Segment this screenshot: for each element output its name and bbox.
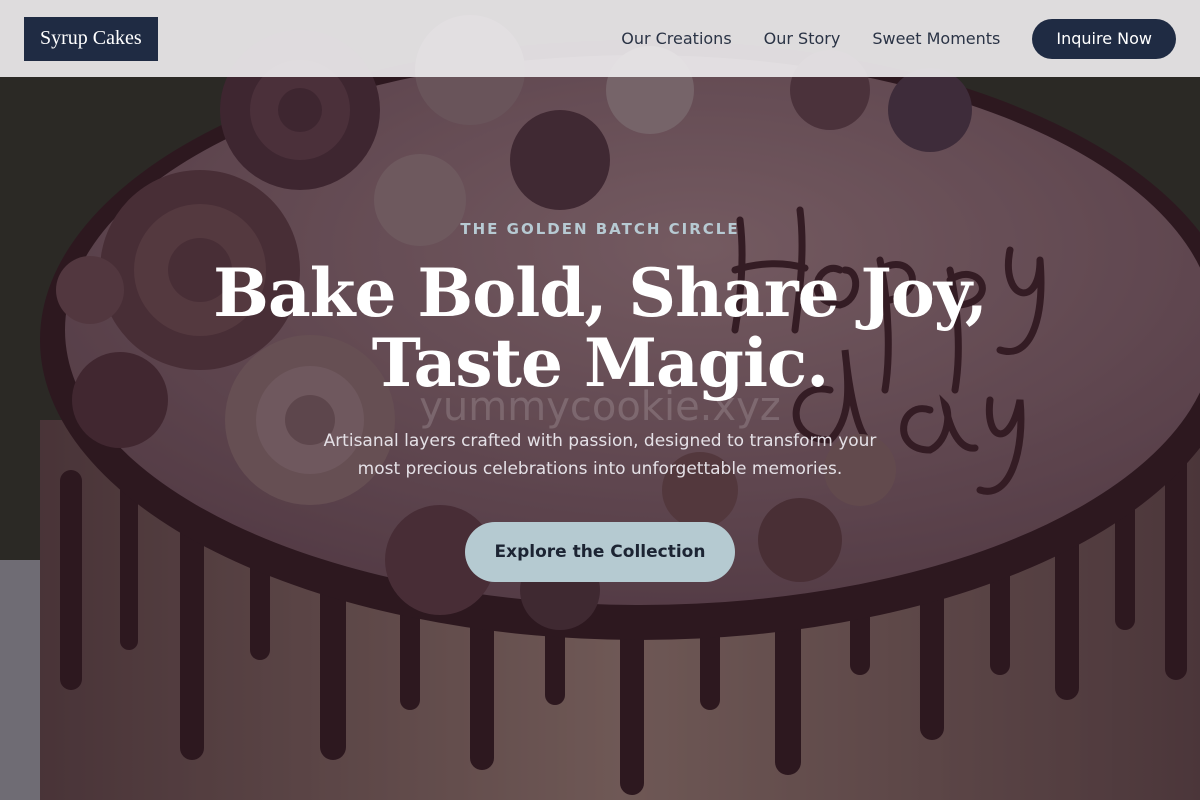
hero-eyebrow: THE GOLDEN BATCH CIRCLE — [460, 220, 740, 238]
hero-headline-line-1: Bake Bold, Share Joy, — [213, 254, 988, 332]
explore-collection-button[interactable]: Explore the Collection — [465, 522, 735, 582]
watermark: yummycookie.xyz — [419, 384, 781, 430]
hero-section: THE GOLDEN BATCH CIRCLE Bake Bold, Share… — [0, 0, 1200, 800]
hero-headline: Bake Bold, Share Joy, Taste Magic. — [0, 258, 1200, 398]
hero-subtext: Artisanal layers crafted with passion, d… — [323, 431, 877, 479]
